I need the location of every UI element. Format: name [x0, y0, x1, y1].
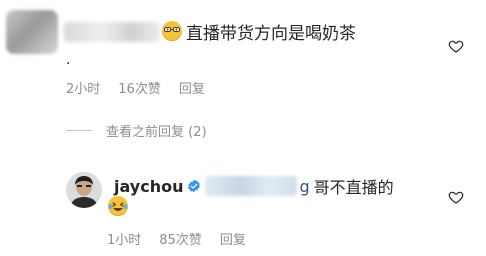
jaychou-avatar[interactable] — [66, 172, 102, 208]
blurred-username[interactable] — [64, 22, 160, 42]
divider-line — [66, 130, 92, 131]
like-heart-icon[interactable] — [448, 189, 464, 205]
reply-likes-link[interactable]: 85次赞 — [159, 229, 202, 248]
view-previous-label: 查看之前回复 (2) — [106, 125, 207, 140]
comment-meta: 2小时 16次赞 回复 — [66, 78, 205, 97]
like-heart-icon[interactable] — [448, 38, 464, 54]
reply-time: 1小时 — [107, 233, 142, 248]
blurred-mention[interactable] — [205, 176, 298, 196]
comment-body: 直播带货方向是喝奶茶 — [162, 18, 356, 44]
comment-second-line: . — [66, 52, 71, 68]
reply-reply-button[interactable]: 回复 — [220, 229, 246, 248]
comment-reply-button[interactable]: 回复 — [179, 78, 205, 97]
comment-text: 直播带货方向是喝奶茶 — [186, 23, 356, 44]
verified-badge-icon — [188, 179, 201, 193]
reply-text: 哥不直播的 — [313, 178, 394, 197]
nerd-face-emoji-icon — [162, 21, 182, 41]
reply-meta: 1小时 85次赞 回复 — [107, 229, 246, 248]
comment-time: 2小时 — [66, 82, 101, 97]
view-previous-replies-button[interactable]: 查看之前回复 (2) — [66, 121, 207, 140]
reply-body: jaychou g 哥不直播的 — [114, 174, 394, 198]
reply-username[interactable]: jaychou — [114, 177, 183, 196]
comment-thread: 直播带货方向是喝奶茶 . 2小时 16次赞 回复 查看之前回复 (2) jayc… — [0, 0, 486, 256]
blurred-avatar[interactable] — [6, 10, 58, 54]
mention-suffix[interactable]: g — [299, 177, 309, 196]
laughing-tears-emoji-icon — [108, 196, 128, 216]
comment-likes-link[interactable]: 16次赞 — [118, 78, 161, 97]
